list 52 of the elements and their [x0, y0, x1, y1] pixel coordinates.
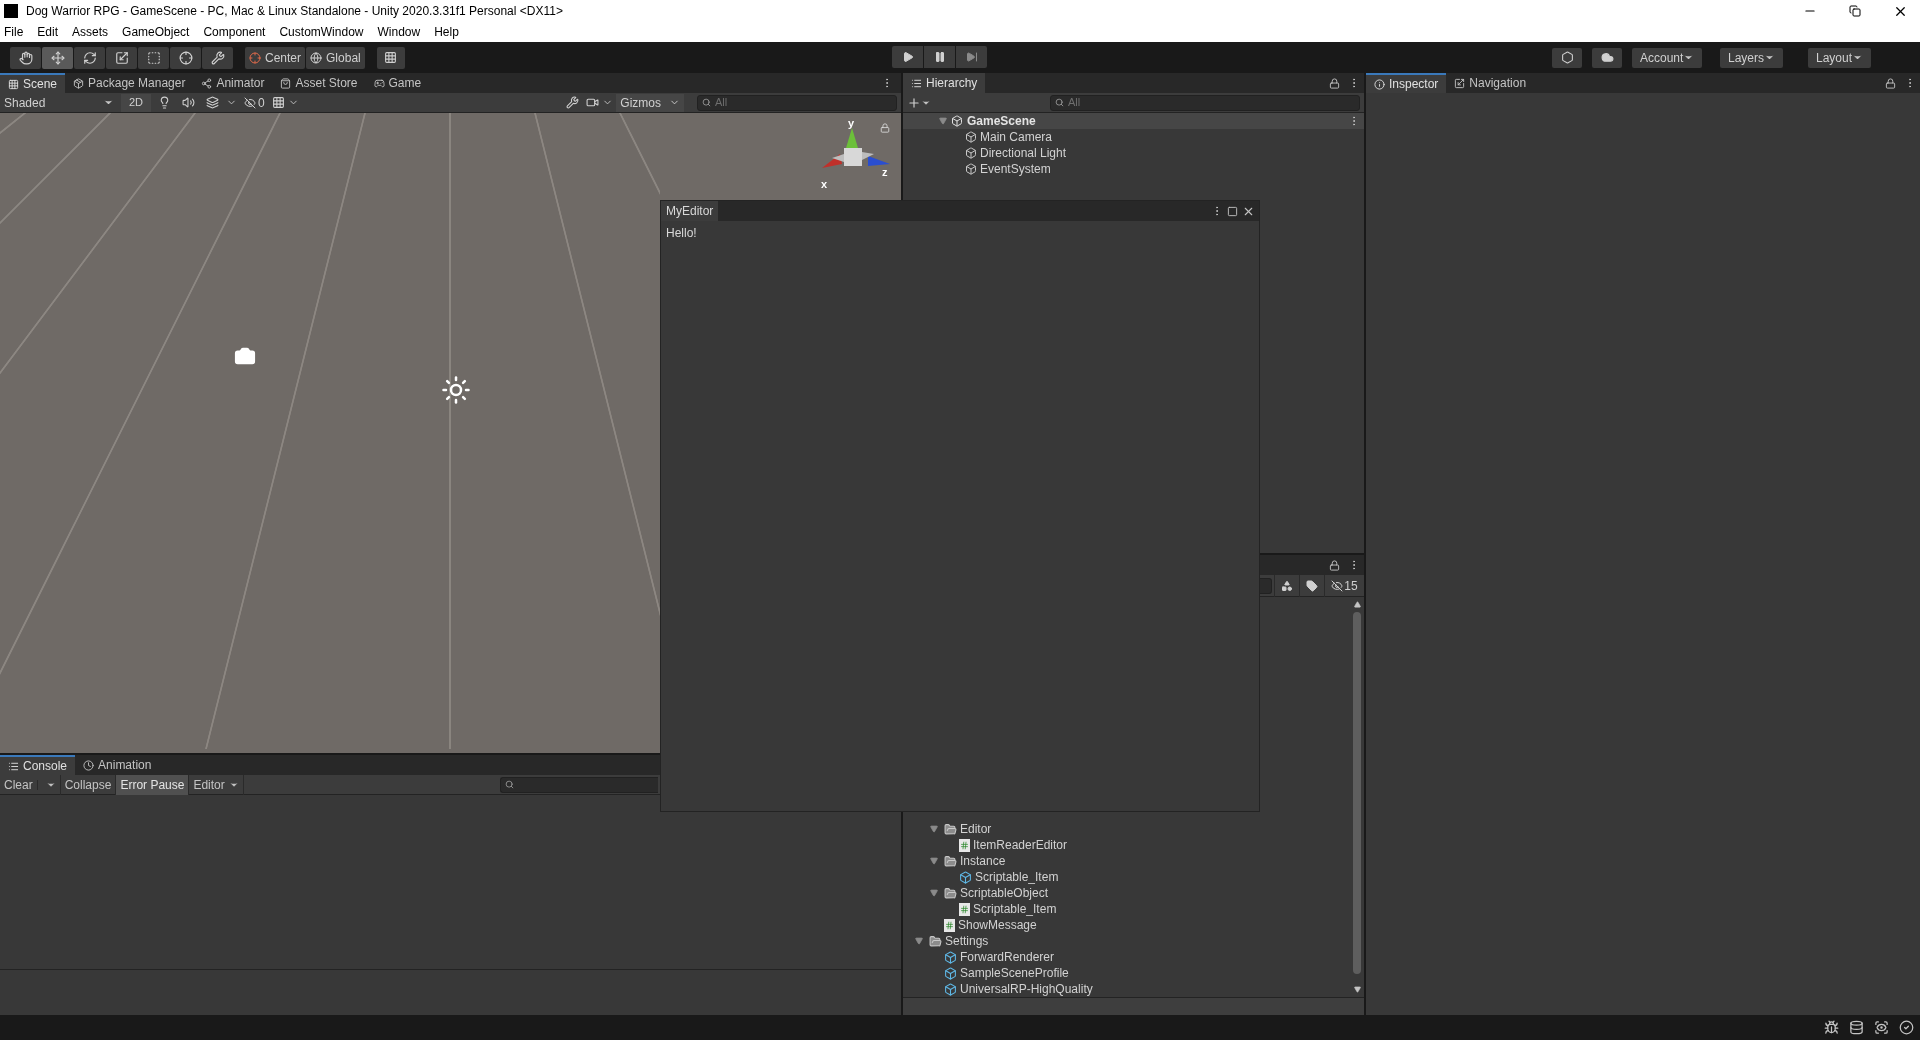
menu-item[interactable]: Window — [377, 23, 421, 41]
layout-dropdown[interactable]: Layout — [1808, 47, 1872, 68]
shading-dropdown[interactable]: Shaded — [0, 93, 118, 112]
console-toolbar-button[interactable]: Editor — [189, 774, 244, 795]
menu-item[interactable]: Component — [203, 23, 266, 41]
project-item[interactable]: Scriptable_Item — [973, 900, 1057, 918]
window-tab[interactable]: MyEditor — [661, 201, 719, 221]
window-title: Dog Warrior RPG - GameScene - PC, Mac & Linux Standalone - Unity 2020.3.31f1 Personal <DX11> — [26, 3, 563, 20]
project-item[interactable]: UniversalRP-HighQuality — [960, 980, 1093, 997]
2d-toggle[interactable]: 2D — [121, 93, 152, 112]
menu-item[interactable]: Help — [434, 23, 459, 41]
pivot-toggle[interactable]: Center — [245, 46, 306, 69]
panel-tab[interactable]: Console — [0, 755, 76, 775]
panel-tab[interactable]: Asset Store — [272, 73, 366, 93]
project-item[interactable]: Instance — [960, 852, 1006, 870]
hierarchy-item[interactable]: Main Camera — [980, 128, 1053, 146]
hidden-packages-toggle[interactable]: 15 — [1324, 574, 1364, 597]
menu-item[interactable]: GameObject — [122, 23, 190, 41]
panel-tab[interactable]: Animator — [193, 73, 273, 93]
panel-tab[interactable]: Hierarchy — [903, 73, 986, 93]
space-toggle[interactable]: Global — [306, 46, 365, 69]
project-item[interactable]: SampleSceneProfile — [960, 964, 1069, 982]
panel-tab[interactable]: Animation — [75, 755, 160, 775]
account-dropdown[interactable]: Account — [1632, 47, 1703, 68]
search-placeholder: All — [1068, 95, 1081, 111]
project-item[interactable]: ScriptableObject — [960, 884, 1049, 902]
project-item[interactable]: ItemReaderEditor — [973, 836, 1068, 854]
console-toolbar-button[interactable]: Error Pause — [116, 774, 190, 795]
menu-item[interactable]: File — [4, 23, 24, 41]
panel-tab[interactable]: Game — [365, 73, 430, 93]
panel-tab[interactable]: Navigation — [1446, 73, 1535, 93]
panel-tab[interactable]: Package Manager — [65, 73, 194, 93]
menu-item[interactable]: CustomWindow — [279, 23, 364, 41]
hierarchy-scene[interactable]: GameScene — [967, 112, 1036, 130]
panel-tab[interactable]: Inspector — [1366, 73, 1447, 93]
menu-item[interactable]: Assets — [72, 23, 109, 41]
console-toolbar-button[interactable]: Clear — [0, 774, 61, 795]
menu-item[interactable]: Edit — [37, 23, 59, 41]
hierarchy-item[interactable]: EventSystem — [980, 160, 1051, 178]
project-item[interactable]: ShowMessage — [958, 916, 1037, 934]
window-message: Hello! — [665, 225, 698, 242]
hidden-objects-toggle[interactable]: 0 — [244, 93, 265, 112]
project-item[interactable]: ForwardRenderer — [960, 948, 1055, 966]
panel-tab[interactable]: Scene — [0, 73, 66, 93]
search-placeholder: All — [715, 95, 728, 111]
gizmos-dropdown[interactable]: Gizmos — [616, 93, 684, 112]
orientation-gizmo-drawing[interactable]: y x z — [818, 118, 894, 196]
project-item[interactable]: Editor — [960, 820, 992, 838]
project-item[interactable]: Settings — [945, 932, 989, 950]
hierarchy-item[interactable]: Directional Light — [980, 144, 1067, 162]
layers-dropdown[interactable]: Layers — [1720, 47, 1784, 68]
project-item[interactable]: Scriptable_Item — [975, 868, 1059, 886]
